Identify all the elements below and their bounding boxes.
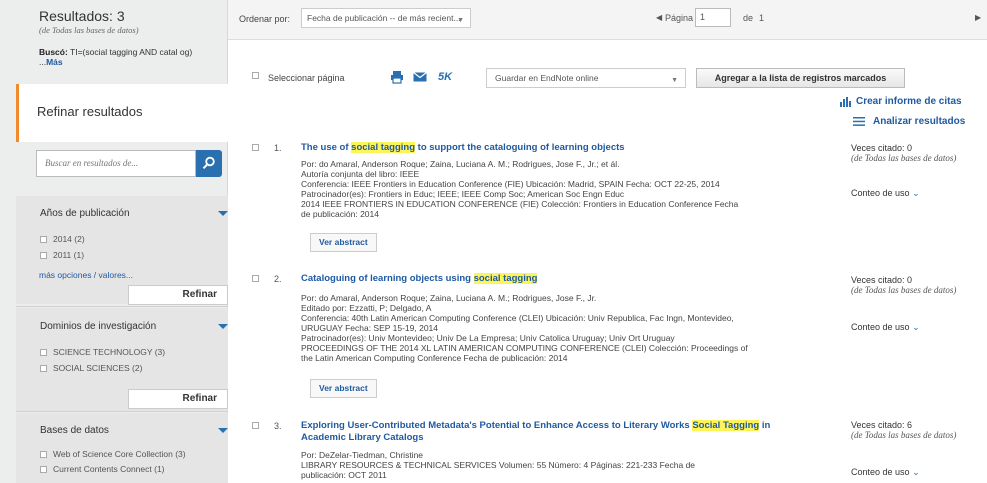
checkbox[interactable]: [40, 450, 47, 458]
fivek-export-button[interactable]: 5K: [438, 71, 452, 83]
sort-pagination-bar: Ordenar por: Fecha de publicación -- de …: [228, 0, 987, 40]
previous-page-icon[interactable]: ◀: [656, 13, 662, 22]
bar-chart-icon: [840, 96, 851, 107]
page-label: Página: [665, 13, 694, 23]
filter-option[interactable]: SCIENCE TECHNOLOGY (3): [40, 347, 165, 357]
sort-select[interactable]: Fecha de publicación -- de más recient..…: [301, 8, 471, 28]
result-record: 1. The use of social tagging to support …: [252, 142, 987, 257]
divider: [16, 411, 228, 412]
email-icon[interactable]: [413, 72, 427, 82]
record-title[interactable]: Cataloguing of learning objects using so…: [301, 273, 821, 285]
add-to-marked-list-button[interactable]: Agregar a la lista de registros marcados: [696, 68, 905, 88]
record-checkbox[interactable]: [252, 422, 259, 429]
refine-search: Buscar en resultados de...: [36, 150, 222, 177]
refine-search-button[interactable]: [196, 150, 222, 177]
checkbox[interactable]: [40, 348, 47, 356]
page-of-label: de: [743, 13, 754, 23]
result-record: 2. Cataloguing of learning objects using…: [252, 273, 987, 398]
times-cited: Veces citado: 0 (de Todas las bases de d…: [851, 143, 957, 163]
results-source: (de Todas las bases de datos): [39, 25, 139, 35]
view-abstract-button[interactable]: Ver abstract: [310, 379, 377, 398]
refine-domains-button[interactable]: Refinar: [128, 389, 228, 409]
chevron-down-icon: ▼: [671, 77, 678, 84]
page-total: 1: [759, 13, 765, 23]
refine-years-button[interactable]: Refinar: [128, 285, 228, 305]
filter-option[interactable]: Current Contents Connect (1): [40, 464, 165, 474]
results-toolbar: Seleccionar página 5K Guardar en EndNote…: [252, 68, 987, 88]
divider: [16, 306, 228, 307]
filter-option[interactable]: Web of Science Core Collection (3): [40, 449, 186, 459]
checkbox[interactable]: [40, 465, 47, 473]
analyze-results-link[interactable]: Analizar resultados: [853, 116, 965, 127]
refine-search-input[interactable]: Buscar en resultados de...: [36, 150, 196, 177]
record-checkbox[interactable]: [252, 144, 259, 151]
page-input[interactable]: 1: [695, 8, 731, 27]
search-icon: [202, 156, 215, 169]
filter-databases-title[interactable]: Bases de datos: [40, 425, 109, 436]
chevron-down-icon: ⌄: [912, 467, 920, 477]
checkbox[interactable]: [40, 364, 47, 372]
next-page-icon[interactable]: ▶: [975, 13, 981, 22]
record-number: 1.: [274, 143, 282, 153]
record-details: Por: do Amaral, Anderson Roque; Zaina, L…: [301, 159, 739, 219]
filter-option[interactable]: SOCIAL SCIENCES (2): [40, 363, 142, 373]
checkbox[interactable]: [40, 251, 47, 259]
record-checkbox[interactable]: [252, 275, 259, 282]
results-count: Resultados: 3: [39, 8, 125, 24]
checkbox[interactable]: [40, 235, 47, 243]
list-icon: [853, 117, 865, 126]
chevron-down-icon: ▼: [457, 17, 464, 24]
record-number: 3.: [274, 421, 282, 431]
refine-results-panel: Refinar resultados: [16, 84, 228, 142]
usage-count-dropdown[interactable]: Conteo de uso ⌄: [851, 467, 920, 478]
result-record: 3. Exploring User-Contributed Metadata's…: [252, 420, 987, 483]
more-options-link[interactable]: más opciones / valores...: [39, 270, 133, 280]
record-title[interactable]: The use of social tagging to support the…: [301, 142, 821, 154]
record-details: Por: DeZelar-Tiedman, Christine LIBRARY …: [301, 450, 696, 480]
query-label: Buscó:: [39, 47, 68, 57]
usage-count-dropdown[interactable]: Conteo de uso ⌄: [851, 322, 920, 333]
endnote-select[interactable]: Guardar en EndNote online ▼: [486, 68, 686, 88]
sort-label: Ordenar por:: [239, 14, 291, 24]
chevron-down-icon: ⌄: [912, 188, 920, 198]
results-header: Resultados: 3 (de Todas las bases de dat…: [0, 0, 227, 36]
record-number: 2.: [274, 274, 282, 284]
chevron-down-icon[interactable]: [218, 211, 228, 216]
times-cited: Veces citado: 0 (de Todas las bases de d…: [851, 275, 957, 295]
record-title[interactable]: Exploring User-Contributed Metadata's Po…: [301, 420, 801, 444]
print-icon[interactable]: [390, 70, 404, 84]
sidebar: Resultados: 3 (de Todas las bases de dat…: [0, 0, 228, 483]
chevron-down-icon[interactable]: [218, 324, 228, 329]
refine-title: Refinar resultados: [37, 104, 143, 119]
chevron-down-icon[interactable]: [218, 428, 228, 433]
search-query: Buscó: TI=(social tagging AND catal og) …: [0, 35, 227, 67]
record-details: Por: do Amaral, Anderson Roque; Zaina, L…: [301, 293, 748, 363]
query-more-link[interactable]: Más: [46, 57, 63, 67]
select-page-checkbox[interactable]: [252, 72, 259, 79]
usage-count-dropdown[interactable]: Conteo de uso ⌄: [851, 188, 920, 199]
filter-years-title[interactable]: Años de publicación: [40, 208, 130, 219]
filter-option[interactable]: 2011 (1): [40, 250, 84, 260]
filter-domains-title[interactable]: Dominios de investigación: [40, 321, 156, 332]
citation-report-link[interactable]: Crear informe de citas: [840, 96, 962, 107]
view-abstract-button[interactable]: Ver abstract: [310, 233, 377, 252]
chevron-down-icon: ⌄: [912, 322, 920, 332]
filter-option[interactable]: 2014 (2): [40, 234, 85, 244]
select-page-label: Seleccionar página: [268, 73, 345, 83]
times-cited: Veces citado: 6 (de Todas las bases de d…: [851, 420, 957, 440]
